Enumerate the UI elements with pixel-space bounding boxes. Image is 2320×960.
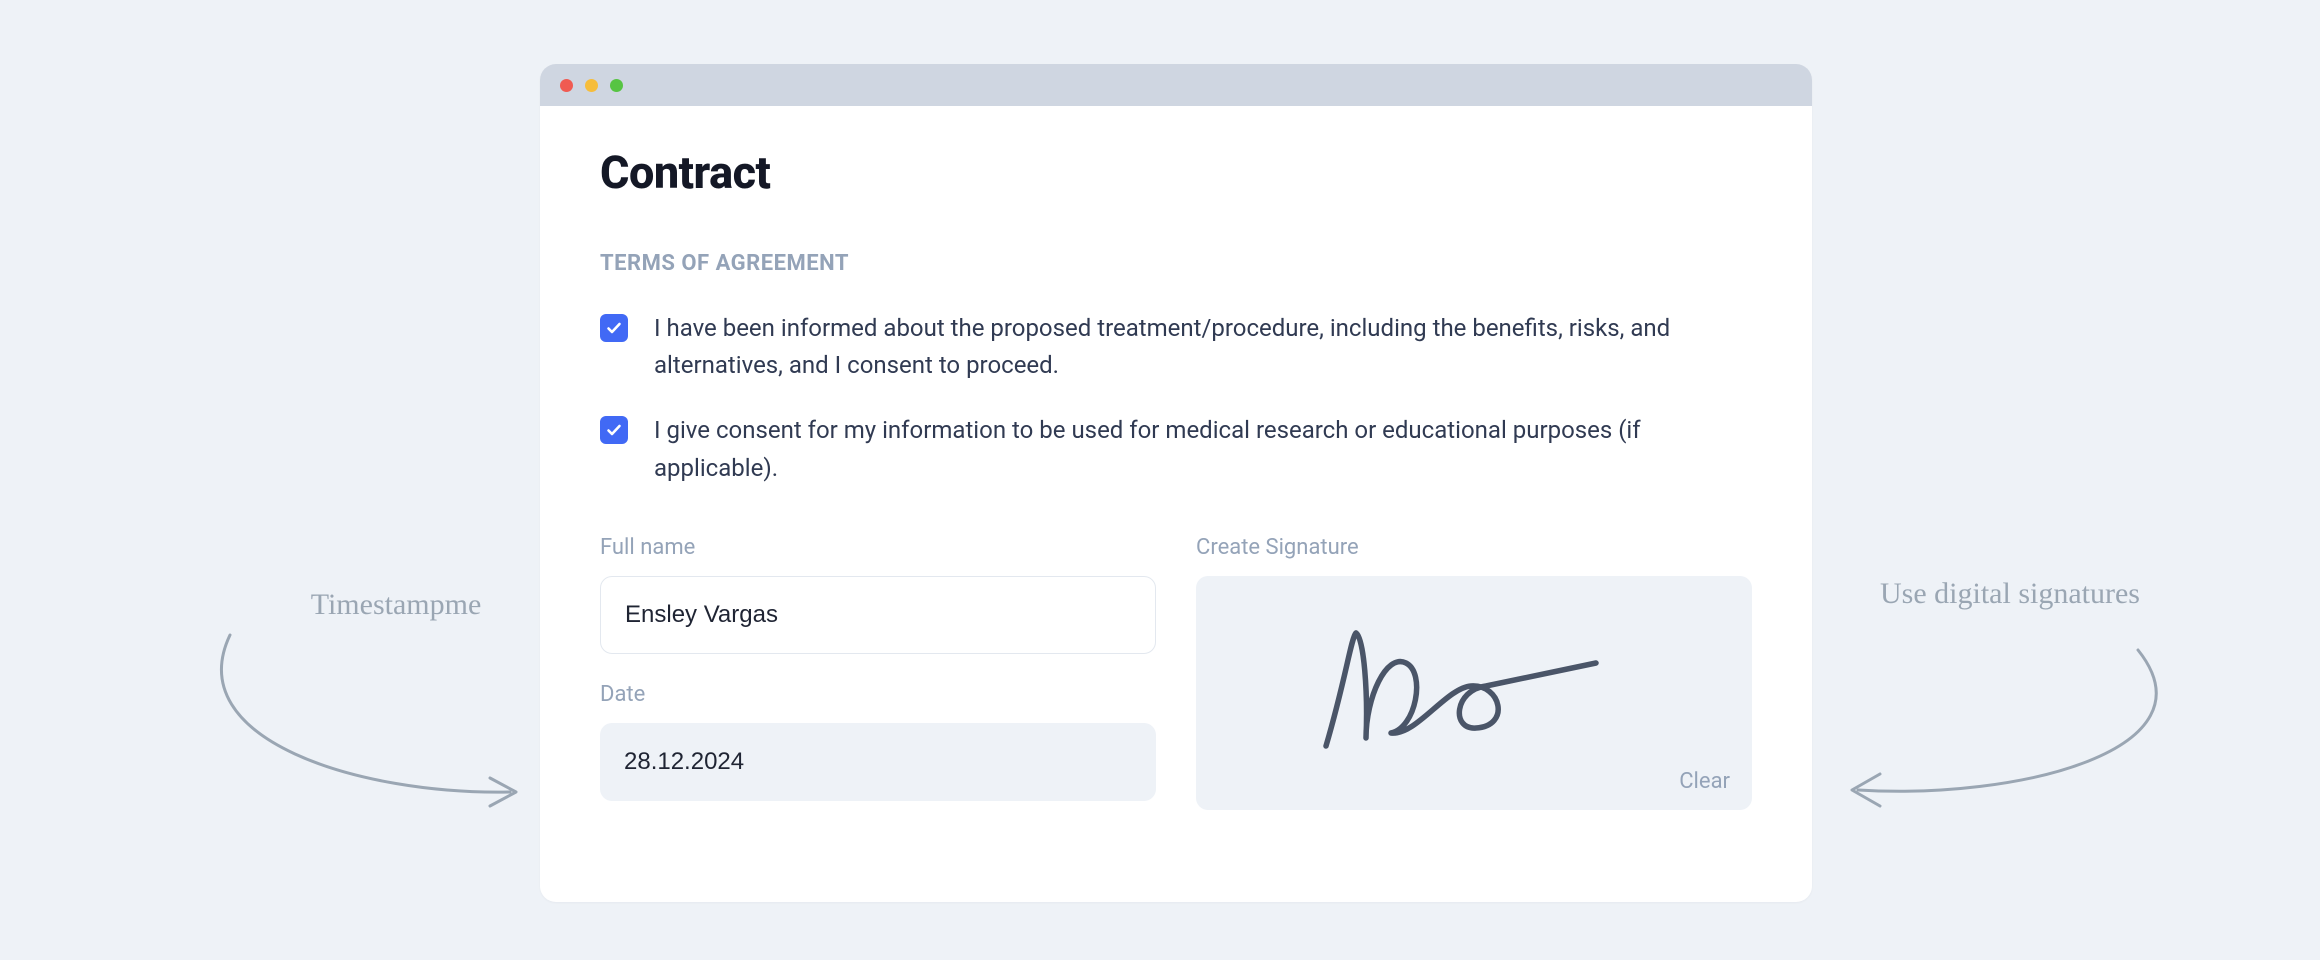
term-text-1: I have been informed about the proposed … [654,310,1704,384]
date-input[interactable] [600,723,1156,801]
annotation-signatures: Use digital signatures [1870,575,2150,613]
signature-stroke [1296,618,1616,768]
app-window: Contract TERMS OF AGREEMENT I have been … [540,64,1812,902]
checkbox-term-1[interactable] [600,314,628,342]
annotation-timestamp-text: Timestampme [311,588,482,621]
term-text-2: I give consent for my information to be … [654,412,1704,486]
left-column: Full name Date [600,535,1156,810]
signature-pad[interactable]: Clear [1196,576,1752,810]
terms-list: I have been informed about the proposed … [600,310,1752,487]
window-titlebar [540,64,1812,106]
window-minimize-icon[interactable] [585,79,598,92]
annotation-signatures-text: Use digital signatures [1880,577,2140,610]
annotation-arrow-right [1838,640,2198,830]
clear-signature-button[interactable]: Clear [1679,769,1730,794]
term-row-1: I have been informed about the proposed … [600,310,1752,384]
full-name-label: Full name [600,535,1156,560]
section-label-terms: TERMS OF AGREEMENT [600,251,1752,276]
window-maximize-icon[interactable] [610,79,623,92]
annotation-timestamp: Timestampme [236,586,556,624]
full-name-input[interactable] [600,576,1156,654]
annotation-arrow-left [200,620,540,820]
date-label: Date [600,682,1156,707]
signature-label: Create Signature [1196,535,1752,560]
page-title: Contract [600,146,1752,199]
term-row-2: I give consent for my information to be … [600,412,1752,486]
checkbox-term-2[interactable] [600,416,628,444]
window-close-icon[interactable] [560,79,573,92]
check-icon [606,320,622,336]
check-icon [606,422,622,438]
right-column: Create Signature Clear [1196,535,1752,810]
